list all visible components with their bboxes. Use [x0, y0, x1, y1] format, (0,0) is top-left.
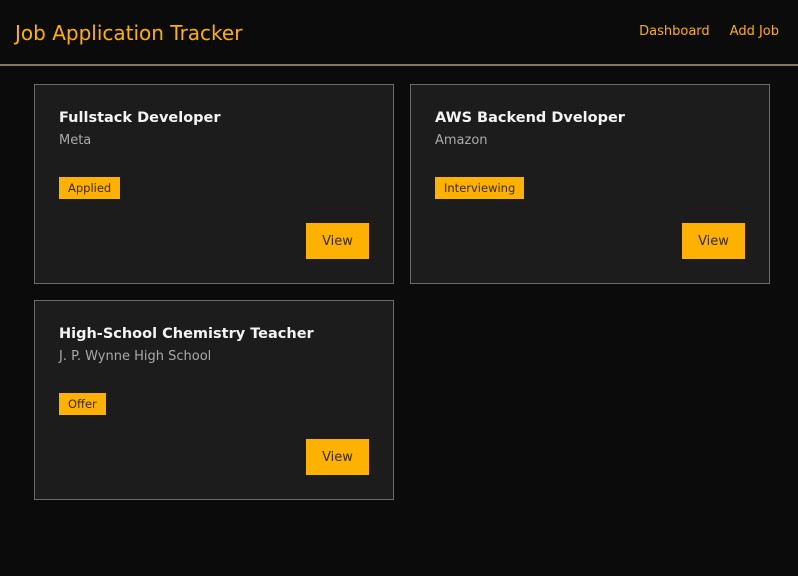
app-header: Job Application Tracker Dashboard Add Jo…: [0, 0, 798, 66]
job-title: High-School Chemistry Teacher: [59, 326, 314, 342]
status-badge: Offer: [59, 393, 106, 415]
company-name: Amazon: [435, 133, 488, 148]
app-title: Job Application Tracker: [15, 21, 243, 45]
main-nav: Dashboard Add Job: [639, 23, 779, 41]
nav-link-add-job[interactable]: Add Job: [730, 23, 779, 41]
job-card: High-School Chemistry Teacher J. P. Wynn…: [34, 300, 394, 500]
job-title: Fullstack Developer: [59, 110, 221, 126]
company-name: Meta: [59, 133, 92, 148]
view-button[interactable]: View: [306, 439, 369, 475]
view-button[interactable]: View: [306, 223, 369, 259]
company-name: J. P. Wynne High School: [59, 349, 212, 364]
view-button[interactable]: View: [682, 223, 745, 259]
job-title: AWS Backend Dveloper: [435, 110, 625, 126]
status-badge: Applied: [59, 177, 121, 199]
nav-link-dashboard[interactable]: Dashboard: [639, 23, 710, 41]
job-card: Fullstack Developer Meta Applied View: [34, 84, 394, 284]
status-badge: Interviewing: [435, 177, 525, 199]
job-card: AWS Backend Dveloper Amazon Interviewing…: [410, 84, 770, 284]
